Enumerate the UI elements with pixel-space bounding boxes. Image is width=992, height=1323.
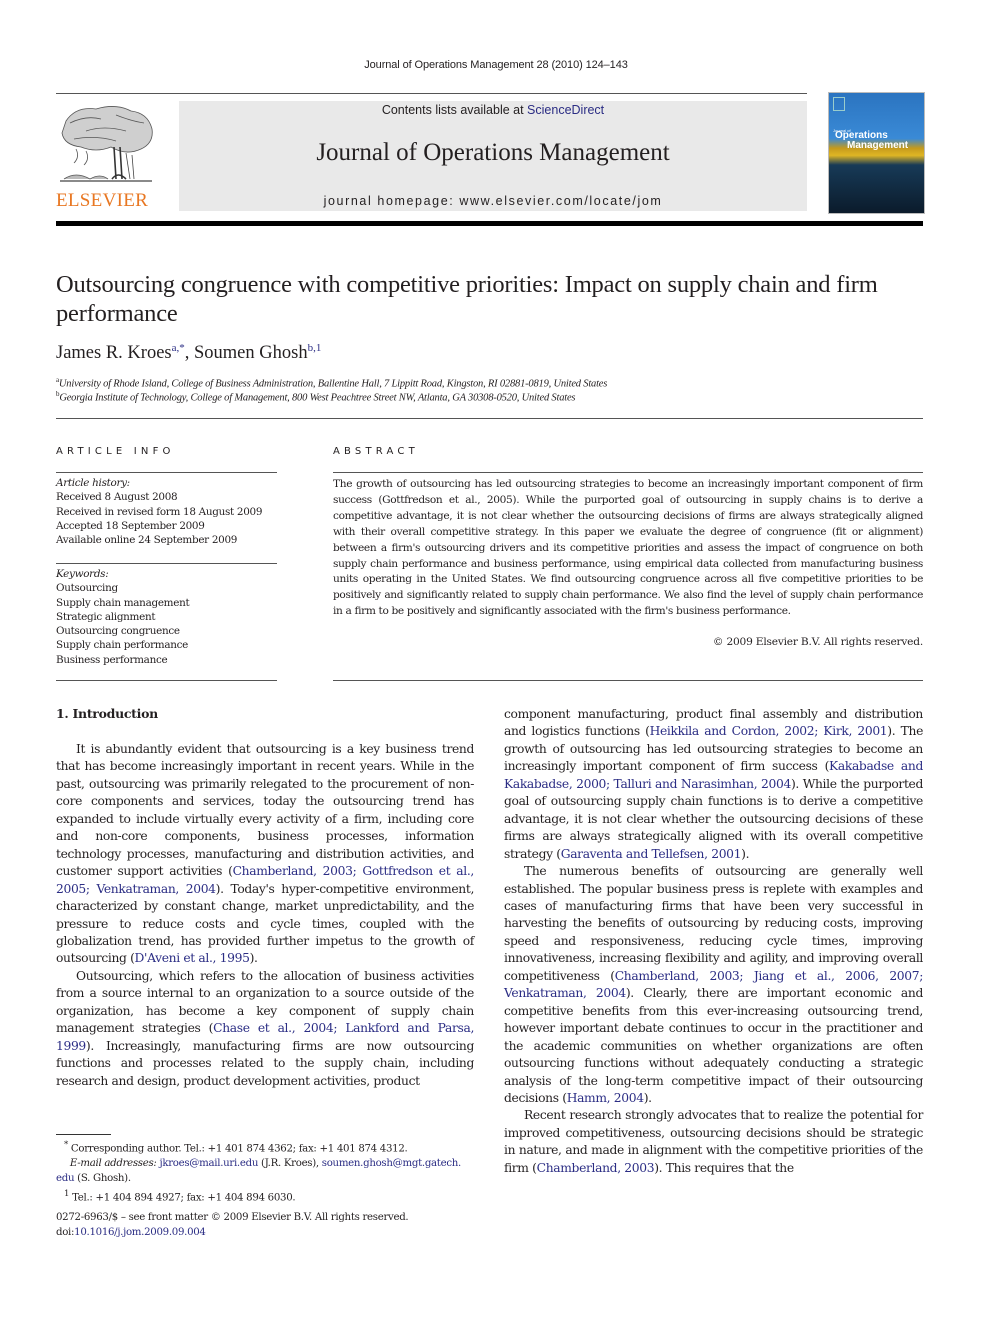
history-item: Available online 24 September 2009 (56, 534, 238, 547)
affiliation-b: bGeorgia Institute of Technology, Colleg… (56, 390, 576, 404)
email-link-ghosh-cont[interactable]: edu (56, 1173, 75, 1184)
abstract-segment: ). While the purported goal of outsourci… (333, 493, 923, 618)
affiliation-text: University of Rhode Island, College of B… (58, 378, 608, 390)
footnotes: * Corresponding author. Tel.: +1 401 874… (56, 1138, 474, 1206)
footnote-corresponding: * Corresponding author. Tel.: +1 401 874… (56, 1138, 474, 1157)
history-item: Received 8 August 2008 (56, 491, 178, 504)
text-segment: ). (643, 1090, 652, 1105)
header-thick-rule (56, 221, 923, 226)
abstract-heading: ABSTRACT (333, 446, 419, 457)
citation-link[interactable]: Heikkila and Cordon, 2002; Kirk, 2001 (650, 724, 888, 738)
article-title: Outsourcing congruence with competitive … (56, 271, 878, 327)
email-label: E-mail addresses: (69, 1158, 157, 1170)
footnote-emails-cont: edu (S. Ghosh). (56, 1172, 474, 1187)
text-segment: ). (741, 846, 750, 861)
affiliation-a: aUniversity of Rhode Island, College of … (56, 376, 607, 390)
history-item: Received in revised form 18 August 2009 (56, 505, 263, 518)
footnote-text: Tel.: +1 404 894 4927; fax: +1 404 894 6… (72, 1192, 296, 1204)
section-heading-introduction: 1. Introduction (56, 706, 158, 721)
journal-title: Journal of Operations Management (316, 139, 670, 166)
citation-link[interactable]: D'Aveni et al., 1995 (135, 951, 250, 965)
issn-line: 0272-6963/$ – see front matter © 2009 El… (56, 1212, 409, 1223)
text-segment: The numerous benefits of outsourcing are… (504, 864, 923, 983)
divider (56, 418, 923, 419)
keyword-item: Outsourcing congruence (56, 625, 180, 638)
citation-link[interactable]: Chamberland, 2003 (537, 1161, 655, 1175)
author-marks[interactable]: a,* (172, 342, 185, 354)
footnote-mark: * (64, 1140, 68, 1150)
author-list: James R. Kroesa,*, Soumen Ghoshb,1 (56, 342, 321, 364)
contents-line: Contents lists available at ScienceDirec… (179, 103, 807, 117)
divider (56, 563, 277, 564)
body-left-column: It is abundantly evident that outsourcin… (56, 741, 474, 1090)
elsevier-logo[interactable]: ELSEVIER (56, 101, 159, 213)
text-segment: ). (249, 951, 258, 966)
text-segment: ). Clearly, there are important economic… (504, 986, 923, 1105)
contents-prefix: Contents lists available at (381, 103, 528, 117)
author-name: Soumen Ghosh (194, 343, 308, 363)
footnote-rule (56, 1134, 111, 1135)
cover-elsevier-icon (833, 97, 845, 111)
keyword-item: Supply chain performance (56, 639, 188, 652)
doi-prefix: doi: (56, 1226, 75, 1238)
text-segment: It is abundantly evident that outsourcin… (56, 742, 474, 879)
author-name: James R. Kroes (56, 343, 172, 363)
divider (56, 680, 277, 681)
keyword-item: Business performance (56, 653, 168, 666)
divider (56, 472, 277, 473)
paragraph: Recent research strongly advocates that … (504, 1107, 923, 1177)
keyword-item: Outsourcing (56, 582, 118, 595)
header-rule (56, 93, 807, 94)
abstract-copyright: © 2009 Elsevier B.V. All rights reserved… (712, 636, 923, 648)
body-right-column: component manufacturing, product final a… (504, 706, 923, 1177)
footnote-mark: 1 (64, 1188, 70, 1199)
journal-homepage[interactable]: journal homepage: www.elsevier.com/locat… (179, 194, 807, 208)
footnote-emails: E-mail addresses: jkroes@mail.uri.edu (J… (56, 1157, 474, 1172)
paragraph: The numerous benefits of outsourcing are… (504, 863, 923, 1107)
text-segment: ). This requires that the (654, 1160, 794, 1175)
cover-title-line2: Management (847, 140, 909, 151)
divider (333, 472, 923, 473)
author-marks[interactable]: b,1 (308, 342, 322, 354)
keyword-item: Supply chain management (56, 596, 190, 609)
sciencedirect-link[interactable]: ScienceDirect (527, 103, 604, 117)
keywords-label: Keywords: (56, 568, 109, 580)
text-segment: ). Increasingly, manufacturing firms are… (56, 1038, 474, 1088)
journal-banner: Contents lists available at ScienceDirec… (179, 101, 807, 211)
email-link-kroes[interactable]: jkroes@mail.uri.edu (159, 1158, 258, 1169)
article-info-heading: ARTICLE INFO (56, 446, 175, 457)
keyword-item: Strategic alignment (56, 610, 156, 623)
email-owner: (J.R. Kroes), (258, 1158, 322, 1170)
citation-link[interactable]: Garaventa and Tellefsen, 2001 (561, 847, 742, 861)
author-separator: , (184, 343, 194, 363)
journal-cover-image[interactable]: Journal of Operations Management (828, 92, 925, 214)
citation-link[interactable]: Hamm, 2004 (567, 1091, 644, 1105)
history-item: Accepted 18 September 2009 (56, 519, 205, 532)
footnote-1: 1 Tel.: +1 404 894 4927; fax: +1 404 894… (56, 1187, 474, 1206)
email-link-ghosh[interactable]: soumen.ghosh@mgt.gatech. (322, 1158, 461, 1169)
history-label: Article history: (56, 477, 130, 489)
affiliation-text: Georgia Institute of Technology, College… (59, 392, 576, 404)
paragraph: It is abundantly evident that outsourcin… (56, 741, 474, 968)
front-matter: 0272-6963/$ – see front matter © 2009 El… (56, 1211, 486, 1241)
article-history: Article history: Received 8 August 2008 … (56, 476, 281, 547)
email-owner: (S. Ghosh). (74, 1172, 131, 1184)
elsevier-tree-icon (60, 106, 153, 182)
doi-line: doi:10.1016/j.jom.2009.09.004 (56, 1226, 486, 1241)
doi-link[interactable]: 10.1016/j.jom.2009.09.004 (74, 1227, 206, 1238)
footnote-text: Corresponding author. Tel.: +1 401 874 4… (70, 1143, 408, 1155)
running-head: Journal of Operations Management 28 (201… (364, 59, 628, 71)
paragraph: Outsourcing, which refers to the allocat… (56, 968, 474, 1090)
abstract-citation: Gottfredson et al., 2005 (382, 493, 513, 506)
elsevier-wordmark: ELSEVIER (56, 190, 149, 211)
abstract-text: The growth of outsourcing has led outsou… (333, 477, 923, 620)
paragraph: component manufacturing, product final a… (504, 706, 923, 863)
divider (333, 680, 923, 681)
keywords: Keywords: Outsourcing Supply chain manag… (56, 567, 281, 667)
